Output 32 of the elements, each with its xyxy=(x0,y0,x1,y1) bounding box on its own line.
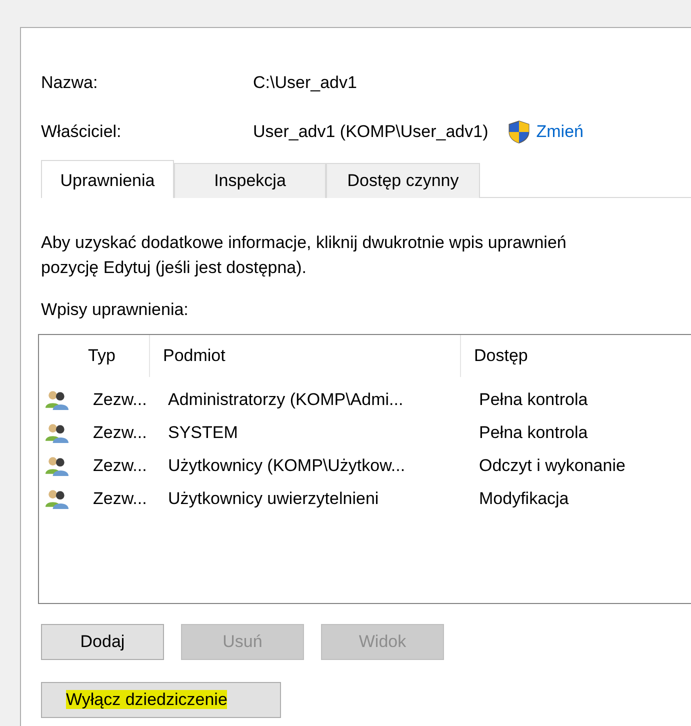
users-icon xyxy=(45,389,69,410)
field-label: Nazwa: xyxy=(41,72,99,92)
column-header[interactable]: Typ xyxy=(75,335,149,377)
table-cell-text: Zezw... xyxy=(92,488,148,508)
tab[interactable]: Uprawnienia xyxy=(41,160,174,198)
field-value: User_adv1 (KOMP\User_adv1) xyxy=(253,122,488,142)
disable-inheritance-button[interactable]: Wyłącz dziedziczenie xyxy=(41,682,281,718)
shield-icon xyxy=(508,120,530,144)
table-cell-text: SYSTEM xyxy=(167,422,239,442)
table-cell-text: Administratorzy (KOMP\Admi... xyxy=(167,390,404,410)
field-label: Właściciel: xyxy=(41,122,122,142)
table-cell-text: Użytkownicy uwierzytelnieni xyxy=(167,488,380,508)
column-header[interactable]: Podmiot xyxy=(149,335,460,377)
column-header[interactable]: Dostęp xyxy=(460,335,691,377)
table-cell-text: Odczyt i wykonanie xyxy=(478,456,626,476)
table-cell-text: Użytkownicy (KOMP\Użytkow... xyxy=(167,456,406,476)
table-cell-text: Pełna kontrola xyxy=(478,390,589,410)
table-cell-text: Zezw... xyxy=(92,390,148,410)
table-cell-text: Modyfikacja xyxy=(478,488,570,508)
action-button[interactable]: Dodaj xyxy=(41,624,164,660)
users-icon xyxy=(45,422,69,443)
users-icon xyxy=(45,455,69,476)
users-icon xyxy=(45,488,69,509)
table-cell-text: Zezw... xyxy=(92,422,148,442)
table-cell-text: Pełna kontrola xyxy=(478,422,589,442)
tab[interactable]: Dostęp czynny xyxy=(326,163,480,198)
field-value: C:\User_adv1 xyxy=(253,72,357,92)
change-link[interactable]: Zmień xyxy=(536,122,584,142)
list-label: Wpisy uprawnienia: xyxy=(41,300,190,320)
tab[interactable]: Inspekcja xyxy=(174,163,326,198)
table-cell-text: Zezw... xyxy=(92,456,148,476)
description-text: Aby uzyskać dodatkowe informacje, kliknij dwukrotnie wpis uprawnień pozycję Edytuj (jeśli jest dostępna). xyxy=(41,232,568,279)
